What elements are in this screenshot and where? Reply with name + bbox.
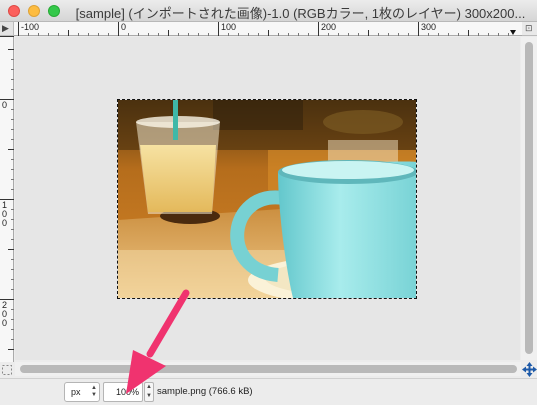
quick-mask-toggle[interactable] bbox=[0, 364, 14, 376]
unit-dropdown[interactable]: px ▲ ▼ bbox=[64, 382, 100, 402]
unit-value: px bbox=[71, 387, 81, 397]
zoom-fit-icon: ⊡ bbox=[525, 23, 533, 33]
zoom-value: 100% bbox=[115, 387, 139, 397]
ruler-label: 0 bbox=[2, 100, 8, 110]
ruler-label: 100 bbox=[221, 22, 237, 32]
title-bar: [sample] (インポートされた画像)-1.0 (RGBカラー, 1枚のレイ… bbox=[0, 0, 537, 22]
ruler-label: 0 bbox=[2, 318, 8, 328]
file-info-label: sample.png (766.6 kB) bbox=[157, 386, 253, 397]
ruler-label: 300 bbox=[421, 22, 437, 32]
photo-cups-image bbox=[118, 100, 416, 298]
horizontal-ruler[interactable]: -100 0 100 200 300 bbox=[14, 22, 522, 36]
move-arrows-icon bbox=[522, 362, 537, 377]
close-window-button[interactable] bbox=[8, 5, 20, 17]
triangle-right-icon: ▶ bbox=[2, 23, 9, 33]
zoom-window-button[interactable] bbox=[48, 5, 60, 17]
horizontal-scrollbar[interactable] bbox=[15, 362, 521, 376]
navigate-button[interactable] bbox=[522, 362, 537, 377]
minimize-window-button[interactable] bbox=[28, 5, 40, 17]
image-layer[interactable] bbox=[117, 99, 417, 299]
vertical-scroll-thumb[interactable] bbox=[525, 42, 533, 354]
zoom-stepper[interactable]: ▲ ▼ bbox=[144, 382, 154, 402]
ruler-label: 200 bbox=[321, 22, 337, 32]
vertical-scrollbar[interactable] bbox=[521, 37, 537, 360]
zoom-on-resize-toggle[interactable]: ⊡ bbox=[522, 22, 537, 36]
window-title: [sample] (インポートされた画像)-1.0 (RGBカラー, 1枚のレイ… bbox=[75, 6, 526, 21]
ruler-label: -100 bbox=[21, 22, 40, 32]
ruler-label: 0 bbox=[2, 218, 8, 228]
zoom-input[interactable]: 100% bbox=[103, 382, 143, 402]
ruler-corner-menu-button[interactable]: ▶ bbox=[0, 22, 14, 36]
quick-mask-icon bbox=[2, 365, 12, 375]
dropdown-arrows-icon: ▲ ▼ bbox=[91, 385, 97, 398]
horizontal-scroll-thumb[interactable] bbox=[20, 365, 517, 373]
vertical-ruler[interactable]: 0 1 0 0 2 0 0 bbox=[0, 36, 14, 362]
horizontal-ruler-ticks bbox=[18, 22, 516, 36]
ruler-label: 0 bbox=[121, 22, 127, 32]
